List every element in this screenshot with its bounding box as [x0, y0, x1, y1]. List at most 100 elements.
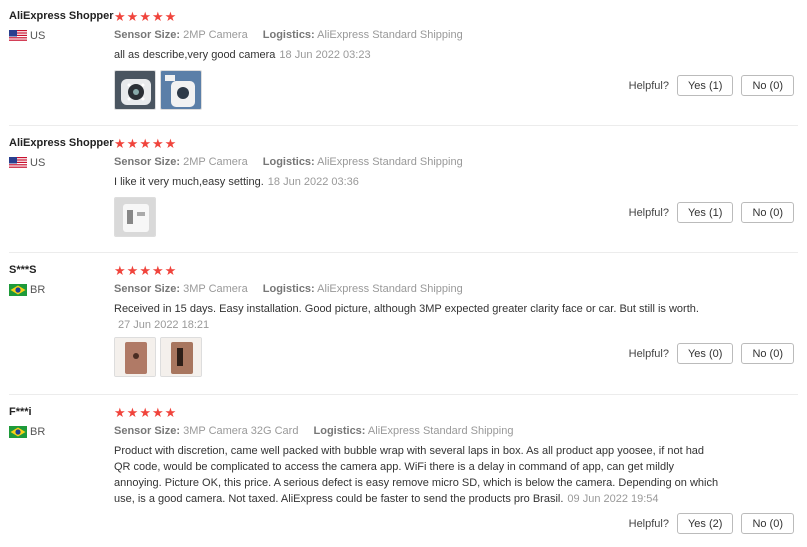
reviewer-country: US — [9, 30, 45, 42]
star-icon: ★ — [139, 9, 151, 24]
review-photo-thumbnail[interactable] — [114, 70, 156, 110]
helpful-votes: Helpful? Yes (1) No (0) — [629, 202, 794, 223]
review-text: all as describe,very good camera 18 Jun 2… — [114, 47, 720, 63]
review-body: Received in 15 days. Easy installation. … — [114, 303, 699, 315]
helpful-label: Helpful? — [628, 517, 669, 530]
sensor-value: 3MP Camera 32G Card — [183, 425, 299, 437]
helpful-label: Helpful? — [628, 347, 669, 360]
sensor-label: Sensor Size: — [114, 156, 181, 168]
review-item: F***i BR ★ ★ ★ ★ ★ Sensor Size: 3MP Camera 3… — [0, 396, 800, 547]
review-photo-thumbnail[interactable] — [114, 197, 156, 237]
review-date: 18 Jun 2022 03:36 — [267, 176, 359, 188]
country-code: BR — [30, 426, 46, 438]
star-icon: ★ — [114, 405, 126, 420]
helpful-yes-button[interactable]: Yes (1) — [676, 75, 734, 96]
review-body: all as describe,very good camera — [114, 49, 276, 61]
star-icon: ★ — [139, 405, 151, 420]
star-icon: ★ — [151, 136, 164, 151]
sensor-label: Sensor Size: — [114, 283, 181, 295]
br-flag-icon — [9, 426, 27, 438]
review-item: AliExpress Shopper US ★ ★ ★ ★ ★ Sensor Size:… — [0, 127, 800, 252]
star-icon: ★ — [114, 136, 126, 151]
sensor-value: 2MP Camera — [183, 29, 248, 41]
logistics-value: AliExpress Standard Shipping — [317, 283, 463, 295]
helpful-no-button[interactable]: No (0) — [741, 513, 794, 534]
reviewer-country: BR — [9, 426, 45, 438]
review-text: I like it very much,easy setting. 18 Jun … — [114, 174, 720, 190]
us-flag-icon — [9, 30, 27, 42]
review-photo-thumbnail[interactable] — [114, 337, 156, 377]
star-icon: ★ — [151, 263, 164, 278]
star-icon: ★ — [139, 263, 151, 278]
star-icon: ★ — [126, 405, 139, 420]
divider — [9, 252, 798, 253]
country-code: BR — [30, 284, 46, 296]
star-icon: ★ — [114, 9, 126, 24]
review-item: AliExpress Shopper US ★ ★ ★ ★ ★ Sensor Size:… — [0, 0, 800, 125]
review-meta: Sensor Size: 3MP Camera 32G Card Logisti… — [114, 425, 513, 437]
helpful-votes: Helpful? Yes (0) No (0) — [629, 343, 794, 364]
reviewer-name: S***S — [9, 264, 37, 276]
review-meta: Sensor Size: 3MP Camera Logistics: AliEx… — [114, 283, 463, 295]
logistics-value: AliExpress Standard Shipping — [317, 29, 463, 41]
star-icon: ★ — [151, 9, 164, 24]
logistics-label: Logistics: — [262, 283, 315, 295]
divider — [9, 394, 798, 395]
reviewer-name: AliExpress Shopper — [9, 10, 114, 22]
review-text: Received in 15 days. Easy installation. … — [114, 301, 720, 333]
helpful-yes-button[interactable]: Yes (1) — [676, 202, 734, 223]
review-photos — [114, 197, 156, 237]
helpful-votes: Helpful? Yes (1) No (0) — [629, 75, 794, 96]
star-icon: ★ — [126, 263, 139, 278]
logistics-label: Logistics: — [262, 156, 315, 168]
sensor-value: 2MP Camera — [183, 156, 248, 168]
review-photos — [114, 337, 202, 377]
helpful-label: Helpful? — [628, 206, 669, 219]
star-icon: ★ — [139, 136, 151, 151]
star-icon: ★ — [126, 9, 139, 24]
helpful-yes-button[interactable]: Yes (0) — [676, 343, 734, 364]
review-meta: Sensor Size: 2MP Camera Logistics: AliEx… — [114, 156, 463, 168]
country-code: US — [30, 157, 46, 169]
helpful-no-button[interactable]: No (0) — [741, 202, 794, 223]
logistics-value: AliExpress Standard Shipping — [367, 425, 514, 437]
review-date: 18 Jun 2022 03:23 — [279, 49, 371, 61]
star-rating: ★ ★ ★ ★ ★ — [114, 406, 176, 419]
star-icon: ★ — [164, 9, 177, 24]
helpful-yes-button[interactable]: Yes (2) — [676, 513, 734, 534]
helpful-no-button[interactable]: No (0) — [741, 75, 794, 96]
reviewer-name: F***i — [9, 406, 32, 418]
review-photos — [114, 70, 202, 110]
country-code: US — [30, 30, 46, 42]
br-flag-icon — [9, 284, 27, 296]
star-icon: ★ — [164, 405, 177, 420]
review-meta: Sensor Size: 2MP Camera Logistics: AliEx… — [114, 29, 463, 41]
divider — [9, 125, 798, 126]
helpful-no-button[interactable]: No (0) — [741, 343, 794, 364]
us-flag-icon — [9, 157, 27, 169]
reviewer-country: BR — [9, 284, 45, 296]
review-date: 27 Jun 2022 18:21 — [118, 319, 210, 331]
review-text: Product with discretion, came well packe… — [114, 443, 720, 507]
star-rating: ★ ★ ★ ★ ★ — [114, 10, 176, 23]
reviewer-name: AliExpress Shopper — [9, 137, 114, 149]
review-body: I like it very much,easy setting. — [114, 176, 264, 188]
helpful-label: Helpful? — [628, 79, 669, 92]
helpful-votes: Helpful? Yes (2) No (0) — [629, 513, 794, 534]
review-date: 09 Jun 2022 19:54 — [567, 493, 659, 505]
sensor-value: 3MP Camera — [183, 283, 248, 295]
star-rating: ★ ★ ★ ★ ★ — [114, 137, 176, 150]
reviewer-country: US — [9, 157, 45, 169]
star-icon: ★ — [164, 136, 177, 151]
star-rating: ★ ★ ★ ★ ★ — [114, 264, 176, 277]
logistics-label: Logistics: — [313, 425, 366, 437]
review-photo-thumbnail[interactable] — [160, 70, 202, 110]
logistics-label: Logistics: — [262, 29, 315, 41]
star-icon: ★ — [164, 263, 177, 278]
review-photo-thumbnail[interactable] — [160, 337, 202, 377]
star-icon: ★ — [126, 136, 139, 151]
sensor-label: Sensor Size: — [114, 29, 181, 41]
sensor-label: Sensor Size: — [114, 425, 181, 437]
star-icon: ★ — [151, 405, 164, 420]
logistics-value: AliExpress Standard Shipping — [317, 156, 463, 168]
